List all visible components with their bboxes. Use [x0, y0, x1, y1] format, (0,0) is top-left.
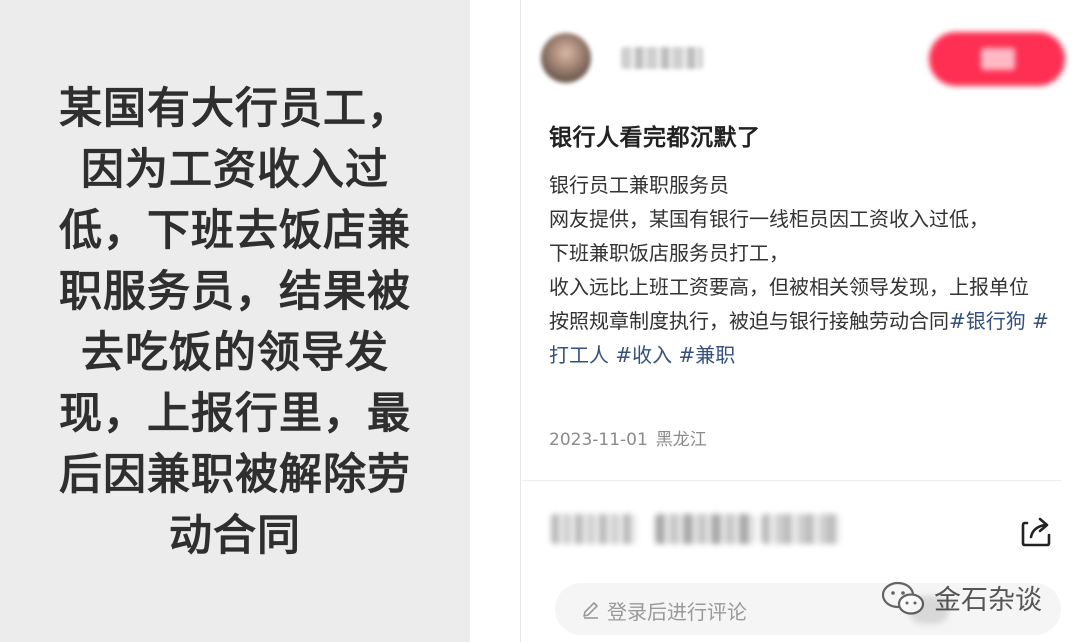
- avatar[interactable]: [541, 33, 591, 83]
- poster-text: 某国有大行员工， 因为工资收入过 低，下班去饭店兼 职服务员，结果被 去吃饭的领…: [59, 84, 411, 561]
- screenshot-root: 某国有大行员工， 因为工资收入过 低，下班去饭店兼 职服务员，结果被 去吃饭的领…: [0, 0, 1080, 642]
- note-line: 收入远比上班工资要高，但被相关领导发现，上报单位: [549, 275, 1029, 299]
- note-line: 网友提供，某国有银行一线柜员因工资收入过低，: [549, 207, 989, 231]
- divider: [521, 480, 1061, 481]
- post-location: 黑龙江: [655, 430, 707, 450]
- like-button[interactable]: [551, 514, 636, 544]
- note-line-with-tags: 按照规章制度执行，被迫与银行接触劳动合同#银行狗 #打工人 #收入 #兼职: [549, 304, 1059, 372]
- comment-count-button[interactable]: [761, 514, 841, 544]
- follow-button[interactable]: [929, 32, 1065, 86]
- collect-button[interactable]: [655, 514, 755, 544]
- watermark: 金石杂谈: [880, 578, 1042, 617]
- share-icon[interactable]: [1019, 513, 1055, 549]
- comment-placeholder: 登录后进行评论: [607, 600, 747, 624]
- follow-label-blurred: [981, 48, 1015, 70]
- hashtag-link[interactable]: #银行狗: [949, 309, 1026, 333]
- note-line: 下班兼职饭店服务员打工，: [549, 241, 789, 265]
- note-meta: 2023-11-01 黑龙江: [549, 425, 707, 450]
- note-title: 银行人看完都沉默了: [549, 125, 761, 151]
- note-card: 银行人看完都沉默了 银行员工兼职服务员 网友提供，某国有银行一线柜员因工资收入过…: [520, 0, 1080, 642]
- pencil-icon: [583, 602, 598, 619]
- post-date: 2023-11-01: [549, 430, 648, 450]
- author-name[interactable]: [621, 47, 703, 69]
- note-line: 银行员工兼职服务员: [549, 173, 729, 197]
- watermark-text: 金石杂谈: [934, 585, 1042, 616]
- hashtag-link[interactable]: #兼职: [678, 343, 735, 367]
- author-header: [521, 0, 1080, 100]
- poster-image: 某国有大行员工， 因为工资收入过 低，下班去饭店兼 职服务员，结果被 去吃饭的领…: [0, 0, 470, 642]
- note-line: 按照规章制度执行，被迫与银行接触劳动合同: [549, 309, 949, 333]
- hashtag-link[interactable]: #收入: [615, 343, 672, 367]
- wechat-icon: [881, 581, 925, 615]
- note-body: 银行员工兼职服务员 网友提供，某国有银行一线柜员因工资收入过低， 下班兼职饭店服…: [549, 168, 1059, 372]
